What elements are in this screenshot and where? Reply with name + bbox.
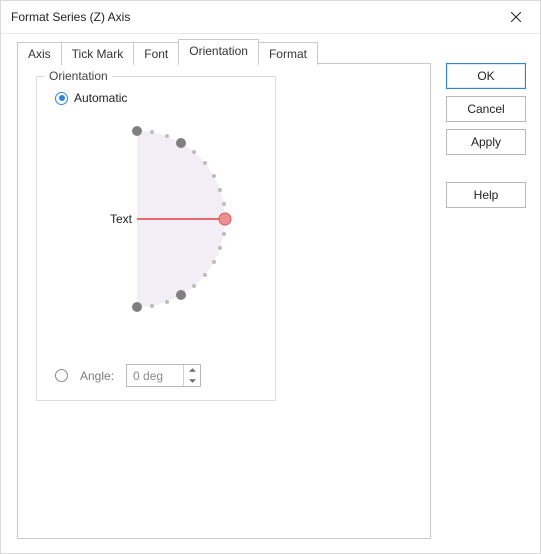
tab-orientation[interactable]: Orientation <box>178 39 259 64</box>
close-button[interactable] <box>496 3 536 31</box>
angle-spinbox[interactable] <box>126 364 201 387</box>
orientation-group: Orientation Automatic <box>36 76 276 401</box>
orientation-group-title: Orientation <box>45 69 112 83</box>
ok-button[interactable]: OK <box>446 63 526 89</box>
angle-spin-buttons <box>183 365 200 386</box>
automatic-radio-label[interactable]: Automatic <box>74 91 127 105</box>
tab-tick-mark[interactable]: Tick Mark <box>61 42 135 65</box>
automatic-radio[interactable] <box>55 92 68 105</box>
apply-button[interactable]: Apply <box>446 129 526 155</box>
angle-radio-label[interactable]: Angle: <box>80 369 114 383</box>
client-area: Axis Tick Mark Font Orientation Format O… <box>1 33 540 553</box>
orientation-dial[interactable]: Text <box>77 119 242 319</box>
automatic-option-row: Automatic <box>55 91 127 105</box>
angle-radio[interactable] <box>55 369 68 382</box>
help-button[interactable]: Help <box>446 182 526 208</box>
chevron-up-icon <box>189 368 196 372</box>
dial-preview-text: Text <box>110 212 133 226</box>
tab-axis[interactable]: Axis <box>17 42 62 65</box>
orientation-dial-graphic: Text <box>77 119 242 319</box>
dialog-button-column: OK Cancel Apply Help <box>446 63 526 215</box>
tab-panel-orientation: Orientation Automatic <box>17 63 431 539</box>
angle-input[interactable] <box>127 365 183 386</box>
chevron-down-icon <box>189 379 196 383</box>
title-bar: Format Series (Z) Axis <box>1 1 540 34</box>
close-icon <box>511 12 521 22</box>
angle-spin-up[interactable] <box>184 365 200 376</box>
tab-format[interactable]: Format <box>258 42 318 65</box>
angle-spin-down[interactable] <box>184 376 200 387</box>
dialog-window: Format Series (Z) Axis Axis Tick Mark Fo… <box>0 0 541 554</box>
window-title: Format Series (Z) Axis <box>11 10 130 24</box>
angle-option-row: Angle: <box>55 364 201 387</box>
cancel-button[interactable]: Cancel <box>446 96 526 122</box>
tab-font[interactable]: Font <box>133 42 179 65</box>
tab-strip: Axis Tick Mark Font Orientation Format <box>17 41 317 64</box>
